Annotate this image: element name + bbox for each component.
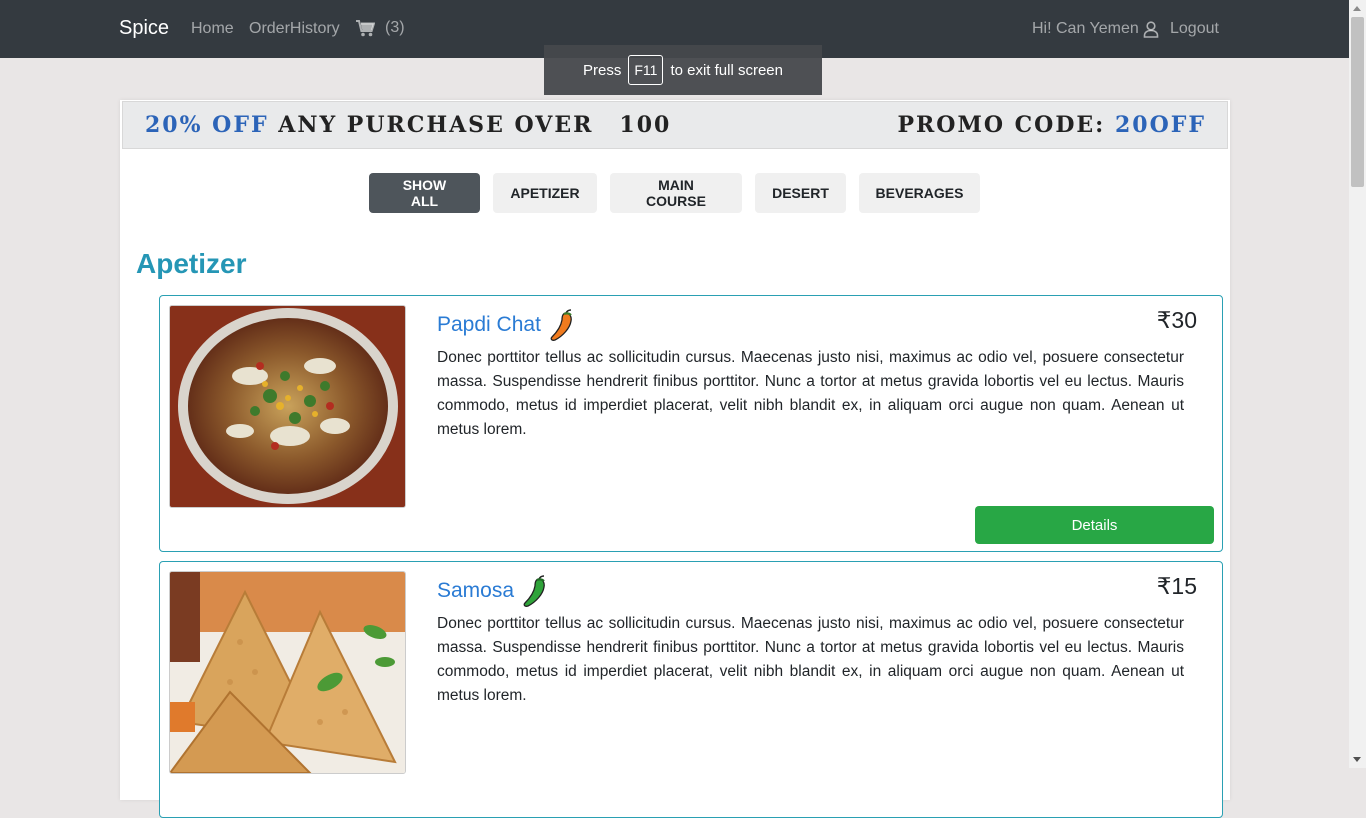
- nav-user-greeting[interactable]: Hi! Can Yemen: [1032, 20, 1159, 38]
- nav-logout-link[interactable]: Logout: [1170, 20, 1219, 38]
- promo-code-label: PROMO CODE:: [897, 112, 1106, 138]
- chili-pepper-icon: [523, 575, 545, 607]
- promo-code: 20OFF: [1114, 112, 1206, 138]
- scroll-down-arrow-icon[interactable]: [1353, 757, 1361, 762]
- promo-banner: 20% OFF ANY PURCHASE OVER 100 PROMO CODE:…: [122, 101, 1228, 149]
- chili-pepper-icon: [550, 309, 572, 341]
- user-icon: [1143, 20, 1159, 38]
- filter-apetizer[interactable]: APETIZER: [493, 173, 597, 213]
- item-description: Donec porttitor tellus ac sollicitudin c…: [437, 615, 1184, 704]
- promo-discount: 20% OFF: [145, 112, 269, 138]
- section-title: Apetizer: [136, 248, 247, 279]
- item-description: Donec porttitor tellus ac sollicitudin c…: [437, 349, 1184, 438]
- cart-count: (3): [385, 19, 405, 36]
- filter-main-course[interactable]: MAIN COURSE: [610, 173, 742, 213]
- scrollbar-thumb[interactable]: [1351, 17, 1364, 187]
- promo-offer: 20% OFF ANY PURCHASE OVER 100: [145, 112, 671, 138]
- cart-icon: [356, 19, 375, 36]
- item-title[interactable]: Samosa: [437, 574, 548, 608]
- fullscreen-press-text: Press: [583, 61, 622, 79]
- nav-home-link[interactable]: Home: [191, 20, 234, 38]
- nav-order-history-link[interactable]: OrderHistory: [249, 20, 340, 38]
- user-greeting-text: Hi! Can Yemen: [1032, 20, 1139, 37]
- menu-item-papdi-chat: Papdi Chat ₹30 Donec porttitor tellus ac…: [159, 295, 1223, 552]
- category-filters: SHOW ALL APETIZER MAIN COURSE DESERT BEV…: [369, 173, 980, 213]
- fullscreen-rest-text: to exit full screen: [670, 61, 783, 79]
- samosa-image: [169, 571, 406, 774]
- papdi-chat-image: [169, 305, 406, 508]
- filter-desert[interactable]: DESERT: [755, 173, 846, 213]
- fullscreen-key: F11: [628, 55, 664, 85]
- details-button[interactable]: Details: [975, 506, 1214, 544]
- item-price: ₹15: [1156, 573, 1197, 599]
- filter-beverages[interactable]: BEVERAGES: [859, 173, 980, 213]
- promo-code-area: PROMO CODE: 20OFF: [897, 112, 1206, 138]
- filter-show-all[interactable]: SHOW ALL: [369, 173, 480, 213]
- scroll-up-arrow-icon[interactable]: [1353, 6, 1361, 11]
- item-title[interactable]: Papdi Chat: [437, 308, 575, 342]
- brand-logo[interactable]: Spice: [119, 17, 169, 40]
- nav-cart-link[interactable]: (3): [356, 19, 405, 37]
- promo-offer-text: ANY PURCHASE OVER: [278, 112, 594, 138]
- item-name-text: Papdi Chat: [437, 313, 541, 336]
- menu-item-samosa: Samosa ₹15 Donec porttitor tellus ac sol…: [159, 561, 1223, 818]
- fullscreen-notice: Press F11 to exit full screen: [544, 45, 822, 95]
- page-scrollbar[interactable]: [1349, 0, 1366, 768]
- item-name-text: Samosa: [437, 579, 515, 602]
- item-price: ₹30: [1156, 307, 1197, 333]
- promo-amount: 100: [619, 112, 672, 138]
